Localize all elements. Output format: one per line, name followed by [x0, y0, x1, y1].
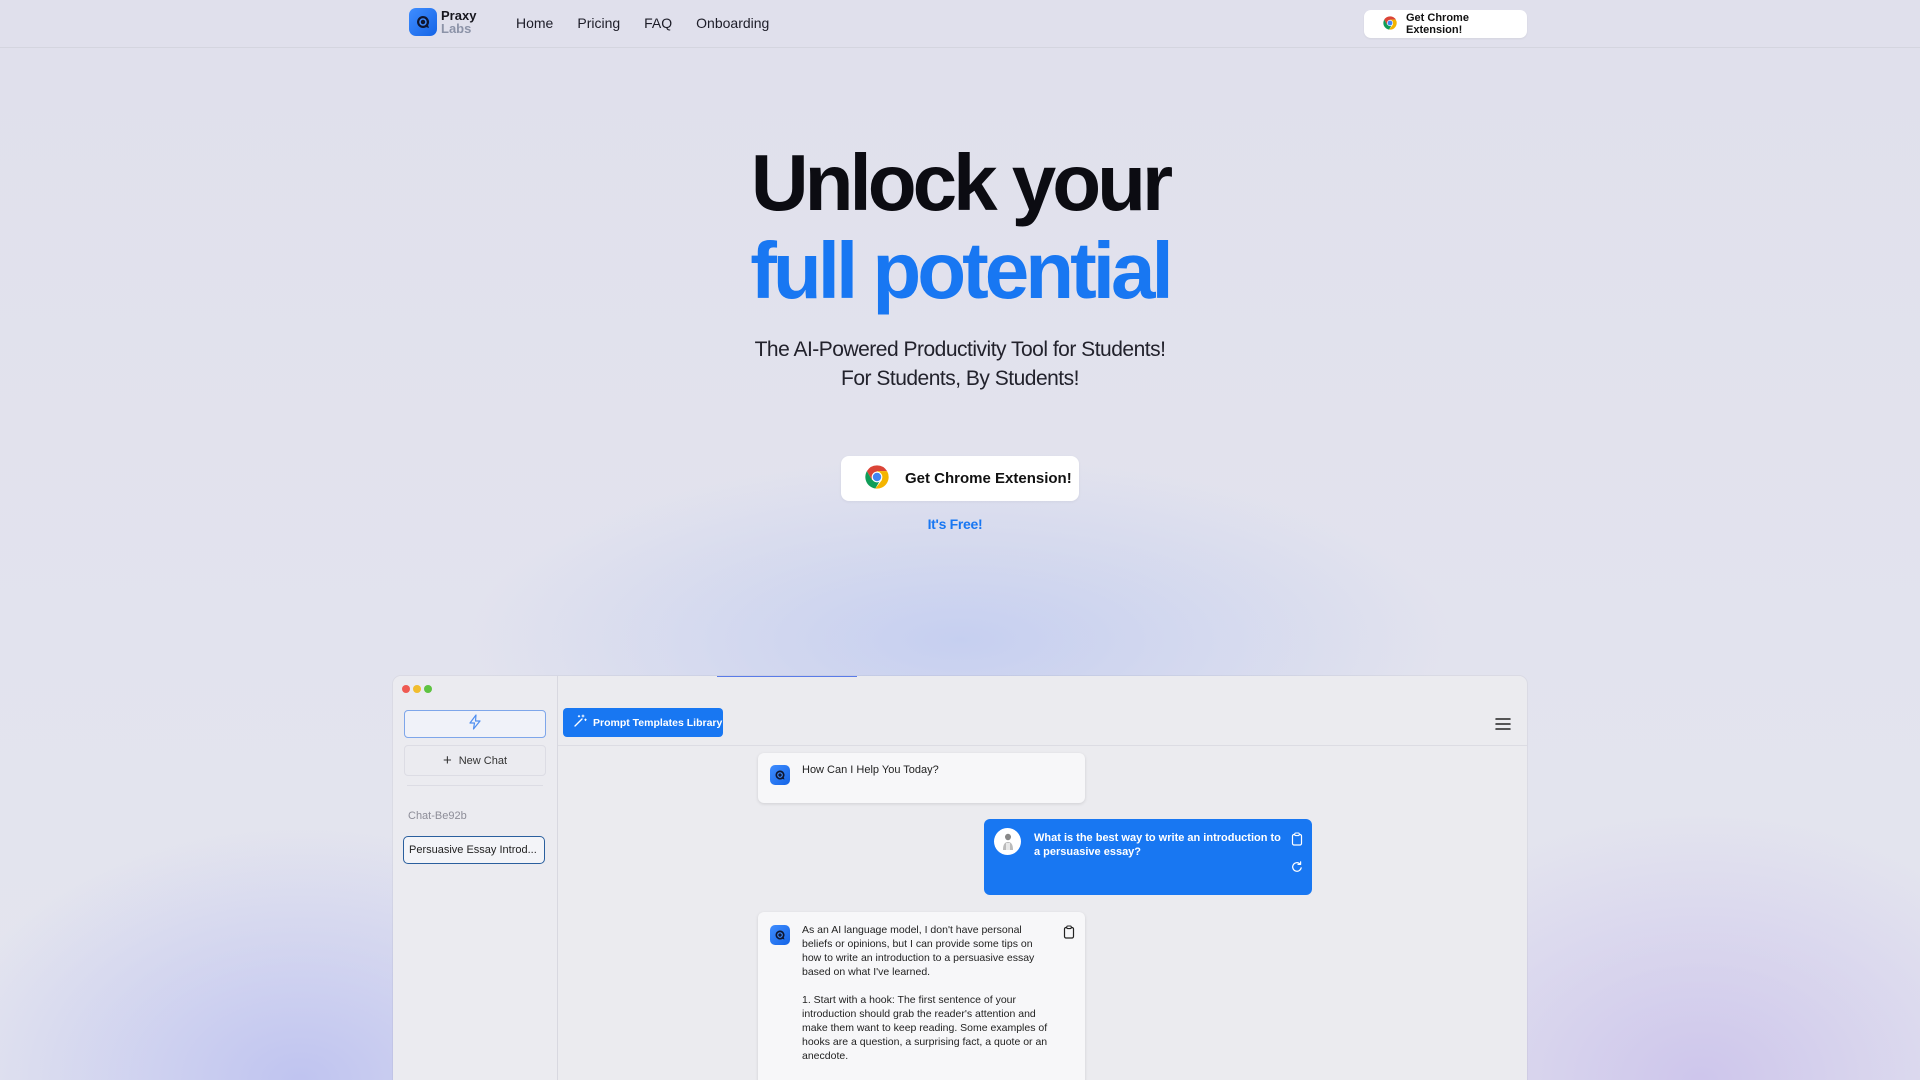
chat-history-item[interactable]: Persuasive Essay Introd... [403, 836, 545, 864]
hero-chrome-extension-button[interactable]: Get Chrome Extension! [841, 456, 1079, 501]
prompt-templates-library-button[interactable]: Prompt Templates Library [563, 708, 723, 737]
nav-links: Home Pricing FAQ Onboarding [516, 15, 793, 31]
refresh-icon[interactable] [1291, 860, 1303, 878]
nav-link-pricing[interactable]: Pricing [577, 15, 620, 31]
bot-avatar-icon [770, 765, 790, 785]
magic-wand-icon [573, 714, 587, 731]
user-avatar [994, 828, 1021, 855]
plus-icon: + [442, 752, 452, 769]
new-chat-button[interactable]: + New Chat [404, 745, 546, 776]
hero-subtitle-line1: The AI-Powered Productivity Tool for Stu… [754, 338, 1166, 361]
user-question-text: What is the best way to write an introdu… [1034, 832, 1281, 858]
chat-sidebar: + New Chat Chat-Be92b Persuasive Essay I… [393, 676, 558, 1080]
chrome-icon [863, 463, 891, 495]
clipboard-icon[interactable] [1063, 925, 1075, 944]
minimize-window-dot[interactable] [413, 685, 421, 693]
close-window-dot[interactable] [402, 685, 410, 693]
nav-link-onboarding[interactable]: Onboarding [696, 15, 769, 31]
brand-name: Praxy Labs [441, 9, 476, 35]
chrome-icon [1382, 15, 1398, 34]
answer-paragraph-2: 1. Start with a hook: The first sentence… [802, 994, 1048, 1062]
chat-header: Prompt Templates Library [558, 676, 1527, 746]
app-preview-window: + New Chat Chat-Be92b Persuasive Essay I… [393, 676, 1527, 1080]
nav-link-faq[interactable]: FAQ [644, 15, 672, 31]
answer-text: As an AI language model, I don't have pe… [802, 923, 1052, 1077]
hero-subtitle-line2: For Students, By Students! [841, 367, 1079, 390]
bot-answer-message: As an AI language model, I don't have pe… [758, 912, 1085, 1080]
user-message: What is the best way to write an introdu… [984, 819, 1312, 895]
nav-chrome-extension-button[interactable]: Get Chrome Extension! [1364, 10, 1527, 38]
clipboard-icon[interactable] [1291, 832, 1303, 851]
free-note: It's Free! [927, 516, 983, 532]
top-navigation: Praxy Labs Home Pricing FAQ Onboarding G… [0, 0, 1920, 48]
brand-logo[interactable]: Praxy Labs [409, 8, 476, 36]
maximize-window-dot[interactable] [424, 685, 432, 693]
prompt-templates-label: Prompt Templates Library [593, 716, 723, 729]
nav-cta-label: Get Chrome Extension! [1406, 12, 1469, 36]
nav-link-home[interactable]: Home [516, 15, 553, 31]
lightning-bolt-icon [468, 713, 482, 735]
sidebar-divider [407, 785, 543, 786]
hero-title-line1: Unlock your [750, 138, 1173, 227]
answer-paragraph-1: As an AI language model, I don't have pe… [802, 924, 1035, 978]
hero-title-line2: full potential [750, 226, 1174, 315]
bot-avatar-icon [770, 925, 790, 945]
quick-action-button[interactable] [404, 710, 546, 738]
brand-name-line2: Labs [441, 21, 472, 36]
hamburger-menu-icon[interactable] [1495, 717, 1511, 736]
greeting-text: How Can I Help You Today? [802, 764, 939, 776]
hero-cta-label: Get Chrome Extension! [905, 470, 1072, 487]
window-controls [402, 685, 435, 693]
chat-bubble-icon [409, 8, 437, 36]
bot-greeting-message: How Can I Help You Today? [758, 753, 1085, 803]
chat-id-label: Chat-Be92b [408, 810, 467, 822]
new-chat-label: New Chat [458, 754, 508, 767]
